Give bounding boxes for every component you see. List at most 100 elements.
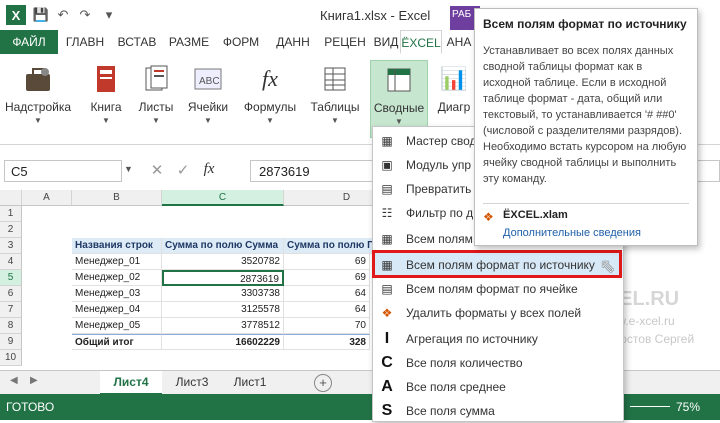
book-button[interactable]: Книга ▼: [82, 60, 130, 136]
scroll-right-icon[interactable]: ▶: [30, 375, 38, 386]
formulas-label: Формулы: [243, 100, 297, 114]
pivot-row-label[interactable]: Менеджер_03: [72, 286, 162, 302]
confirm-icon[interactable]: ✓: [172, 161, 194, 181]
add-sheet-icon[interactable]: +: [314, 374, 332, 392]
tab-analyze[interactable]: АНА: [444, 30, 474, 54]
addins-label: Надстройка: [4, 100, 72, 114]
row-header[interactable]: 3: [0, 238, 22, 254]
menu-item-count[interactable]: C Все поля количество: [373, 351, 623, 375]
tab-layout[interactable]: РАЗМЕ: [164, 30, 214, 54]
briefcase-icon: [21, 62, 55, 96]
chevron-down-icon: ▼: [102, 116, 110, 125]
tooltip-more-info-link[interactable]: Дополнительные сведения: [503, 227, 641, 239]
pivot-row-label[interactable]: Менеджер_01: [72, 254, 162, 270]
sheet-tab[interactable]: Лист1: [222, 371, 278, 393]
column-header[interactable]: A: [22, 190, 72, 206]
pivot-value-cell[interactable]: 3520782: [162, 254, 284, 270]
sheets-icon: [139, 62, 173, 96]
row-header[interactable]: 7: [0, 302, 22, 318]
letter-s-icon: S: [381, 402, 393, 419]
zoom-slider[interactable]: [630, 400, 670, 412]
tab-excel-addin[interactable]: ЁXCEL: [400, 30, 442, 54]
cancel-icon[interactable]: ✕: [146, 161, 168, 181]
sheets-label: Листы: [138, 100, 174, 114]
menu-item-average[interactable]: A Все поля среднее: [373, 375, 623, 399]
chevron-down-icon: ▼: [266, 116, 274, 125]
pivot-value-cell-selected[interactable]: 2873619: [162, 270, 284, 286]
chevron-down-icon[interactable]: ▼: [124, 164, 133, 174]
tab-data[interactable]: ДАНН: [268, 30, 318, 54]
sheets-button[interactable]: Листы ▼: [132, 60, 180, 136]
select-all-corner[interactable]: [0, 190, 22, 206]
row-header[interactable]: 5: [0, 270, 22, 286]
cells-button[interactable]: ABC Ячейки ▼: [184, 60, 232, 136]
tab-review[interactable]: РЕЦЕН: [320, 30, 370, 54]
pivot-value-cell[interactable]: 64: [284, 286, 370, 302]
tables-button[interactable]: Таблицы ▼: [306, 60, 364, 136]
pivot-grand-total-value[interactable]: 328: [284, 334, 370, 350]
menu-item-sum[interactable]: S Все поля сумма: [373, 399, 623, 423]
save-icon[interactable]: 💾: [32, 6, 50, 24]
pivot-value-cell[interactable]: 3303738: [162, 286, 284, 302]
pivot-value-cell[interactable]: 69: [284, 270, 370, 286]
pivot-value-header[interactable]: Сумма по полю Сумма: [162, 238, 284, 254]
window-title: Книга1.xlsx - Excel: [320, 8, 431, 23]
excel-logo-icon: X: [6, 5, 26, 25]
pivot-value-cell[interactable]: 70: [284, 318, 370, 334]
row-header[interactable]: 8: [0, 318, 22, 334]
pivot-value-cell[interactable]: 3125578: [162, 302, 284, 318]
pivot-grand-total-label[interactable]: Общий итог: [72, 334, 162, 350]
tab-insert[interactable]: ВСТАВ: [112, 30, 162, 54]
tables-label: Таблицы: [310, 100, 360, 114]
letter-i-icon: I: [384, 330, 390, 347]
fx-icon: fx: [262, 66, 278, 91]
book-label: Книга: [90, 100, 122, 114]
pivot-value-cell[interactable]: 64: [284, 302, 370, 318]
redo-icon[interactable]: ↷: [76, 6, 94, 24]
row-header[interactable]: 4: [0, 254, 22, 270]
menu-item-format-by-cell[interactable]: ▤ Всем полям формат по ячейке: [373, 277, 623, 301]
chevron-down-icon: ▼: [34, 116, 42, 125]
customize-toolbar-icon[interactable]: ▾: [100, 6, 118, 24]
chart-icon: 📊: [440, 66, 468, 91]
tab-formulas[interactable]: ФОРМ: [216, 30, 266, 54]
zoom-level[interactable]: 75%: [676, 400, 700, 414]
pivot-row-label[interactable]: Менеджер_02: [72, 270, 162, 286]
chart-button[interactable]: 📊 Диагр: [434, 60, 474, 136]
tab-file[interactable]: ФАЙЛ: [0, 30, 58, 54]
mouse-cursor-icon: ⬁: [600, 256, 616, 276]
column-header[interactable]: C: [162, 190, 284, 206]
sheet-tab[interactable]: Лист3: [164, 371, 220, 393]
pivot-row-label[interactable]: Менеджер_04: [72, 302, 162, 318]
pivot-row-label[interactable]: Менеджер_05: [72, 318, 162, 334]
row-header[interactable]: 10: [0, 350, 22, 366]
column-header[interactable]: B: [72, 190, 162, 206]
chevron-down-icon: ▼: [152, 116, 160, 125]
menu-item-clear-formats[interactable]: ❖ Удалить форматы у всех полей: [373, 301, 623, 325]
row-header[interactable]: 9: [0, 334, 22, 350]
pivot-grand-total-value[interactable]: 16602229: [162, 334, 284, 350]
status-ready: ГОТОВО: [6, 400, 55, 414]
name-box[interactable]: C5: [4, 160, 122, 182]
tab-home[interactable]: ГЛАВН: [60, 30, 110, 54]
sheet-tab-active[interactable]: Лист4: [100, 371, 162, 395]
undo-icon[interactable]: ↶: [54, 6, 72, 24]
scroll-left-icon[interactable]: ◀: [10, 375, 18, 386]
formulas-button[interactable]: fx Формулы ▼: [238, 60, 302, 136]
chevron-down-icon: ▼: [204, 116, 212, 125]
insert-function-icon[interactable]: fx: [198, 161, 220, 181]
pivot-row-labels-header[interactable]: Названия строк: [72, 238, 162, 254]
row-header[interactable]: 2: [0, 222, 22, 238]
pivot-value-cell[interactable]: 3778512: [162, 318, 284, 334]
row-header[interactable]: 6: [0, 286, 22, 302]
row-header[interactable]: 1: [0, 206, 22, 222]
menu-item-aggregate-source[interactable]: I Агрегация по источнику: [373, 327, 623, 351]
tab-view[interactable]: ВИД: [372, 30, 400, 54]
addin-file-icon: ❖: [483, 210, 494, 224]
addins-button[interactable]: Надстройка ▼: [4, 60, 72, 136]
pivot-value-cell[interactable]: 69: [284, 254, 370, 270]
chevron-down-icon: ▼: [395, 117, 403, 126]
letter-a-icon: A: [381, 378, 393, 395]
highlight-frame: [372, 250, 622, 278]
tooltip-title: Всем полям формат по источнику: [483, 17, 687, 31]
